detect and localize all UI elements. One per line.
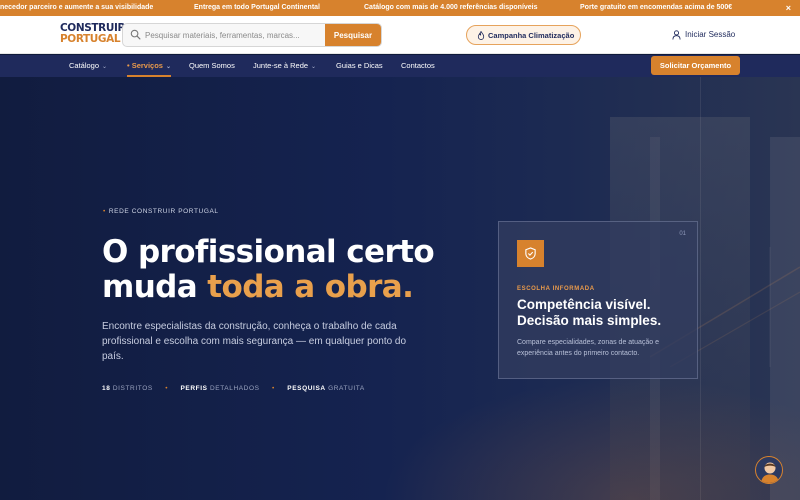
- card-kicker: ESCOLHA INFORMADA: [517, 286, 595, 292]
- nav-item-label: Quem Somos: [189, 61, 235, 70]
- nav-item-contactos[interactable]: Contactos: [401, 61, 435, 70]
- hero-headline: O profissional certo muda toda a obra.: [102, 235, 482, 305]
- stat-text: DETALHADOS: [209, 385, 260, 392]
- shield-check-icon: [525, 247, 536, 260]
- stat-strong: PESQUISA: [287, 385, 326, 392]
- hero-section: • REDE CONSTRUIR PORTUGAL O profissional …: [0, 77, 800, 500]
- hero-lead: Encontre especialistas da construção, co…: [102, 321, 407, 362]
- hero-kicker-text: REDE CONSTRUIR PORTUGAL: [108, 208, 219, 215]
- stat-separator: •: [165, 385, 169, 392]
- ticker-message: Porte gratuito em encomendas acima de 50…: [580, 4, 733, 11]
- chat-avatar-button[interactable]: [755, 456, 783, 484]
- campaign-label: Campanha Climatização: [488, 31, 575, 40]
- search-button[interactable]: Pesquisar: [325, 24, 381, 46]
- shield-badge: [517, 240, 544, 267]
- nav-item-label: Contactos: [401, 61, 435, 70]
- nav-item-junte-se[interactable]: Junte-se à Rede ⌄: [253, 61, 316, 70]
- nav-item-quem-somos[interactable]: Quem Somos: [189, 61, 235, 70]
- close-icon[interactable]: ×: [786, 3, 791, 13]
- user-icon: [672, 30, 681, 40]
- nav-item-guias[interactable]: Guias e Dicas: [336, 61, 383, 70]
- bullet-icon: •: [103, 208, 106, 215]
- nav-item-label: Junte-se à Rede: [253, 61, 309, 70]
- card-title: Competência visível. Decisão mais simple…: [517, 297, 662, 328]
- feature-card: 01 ESCOLHA INFORMADA Competência visível…: [498, 221, 698, 379]
- nav-item-label: • Serviços: [127, 61, 163, 70]
- stat-strong: PERFIS: [180, 385, 208, 392]
- chevron-down-icon: ⌄: [311, 64, 317, 70]
- search-bar: Pesquisar: [122, 23, 382, 47]
- announcement-ticker: necedor parceiro e aumente a sua visibil…: [0, 0, 800, 16]
- card-number: 01: [679, 231, 686, 237]
- headline-line-1: O profissional certo: [102, 234, 435, 270]
- login-label: Iniciar Sessão: [685, 30, 736, 39]
- nav-item-servicos[interactable]: • Serviços ⌄: [127, 61, 171, 70]
- logo[interactable]: CONSTRUIR PORTUGAL: [60, 23, 126, 45]
- ticker-message: Catálogo com mais de 4.000 referências d…: [364, 4, 538, 11]
- logo-line-2: PORTUGAL: [60, 33, 121, 45]
- ticker-message: necedor parceiro e aumente a sua visibil…: [0, 4, 154, 11]
- hero-stats: 18 DISTRITOS • PERFIS DETALHADOS • PESQU…: [102, 385, 365, 392]
- stat-text: DISTRITOS: [112, 385, 153, 392]
- stat-separator: •: [271, 385, 275, 392]
- stat-strong: 18: [102, 385, 111, 392]
- search-input[interactable]: [145, 27, 325, 43]
- headline-line-2a: muda: [102, 269, 208, 305]
- card-description: Compare especialidades, zonas de atuação…: [517, 339, 660, 357]
- search-icon: [130, 29, 141, 40]
- site-header: CONSTRUIR PORTUGAL Pesquisar Campanha Cl…: [0, 16, 800, 54]
- campaign-button[interactable]: Campanha Climatização: [466, 25, 581, 45]
- flame-icon: [477, 31, 485, 40]
- nav-item-label: Catálogo: [69, 61, 100, 70]
- nav-item-catalogo[interactable]: Catálogo ⌄: [69, 61, 107, 70]
- hero-kicker: • REDE CONSTRUIR PORTUGAL: [103, 208, 219, 215]
- ticker-message: Entrega em todo Portugal Continental: [194, 4, 321, 11]
- headline-highlight: toda a obra.: [207, 269, 414, 305]
- stat-text: GRATUITA: [328, 385, 365, 392]
- chevron-down-icon: ⌄: [165, 64, 172, 70]
- main-nav: Catálogo ⌄ • Serviços ⌄ Quem Somos Junte-s…: [0, 55, 800, 77]
- chevron-down-icon: ⌄: [102, 64, 108, 70]
- request-quote-button[interactable]: Solicitar Orçamento: [651, 56, 740, 75]
- hero-glow: [380, 377, 800, 500]
- nav-item-label: Guias e Dicas: [336, 61, 383, 70]
